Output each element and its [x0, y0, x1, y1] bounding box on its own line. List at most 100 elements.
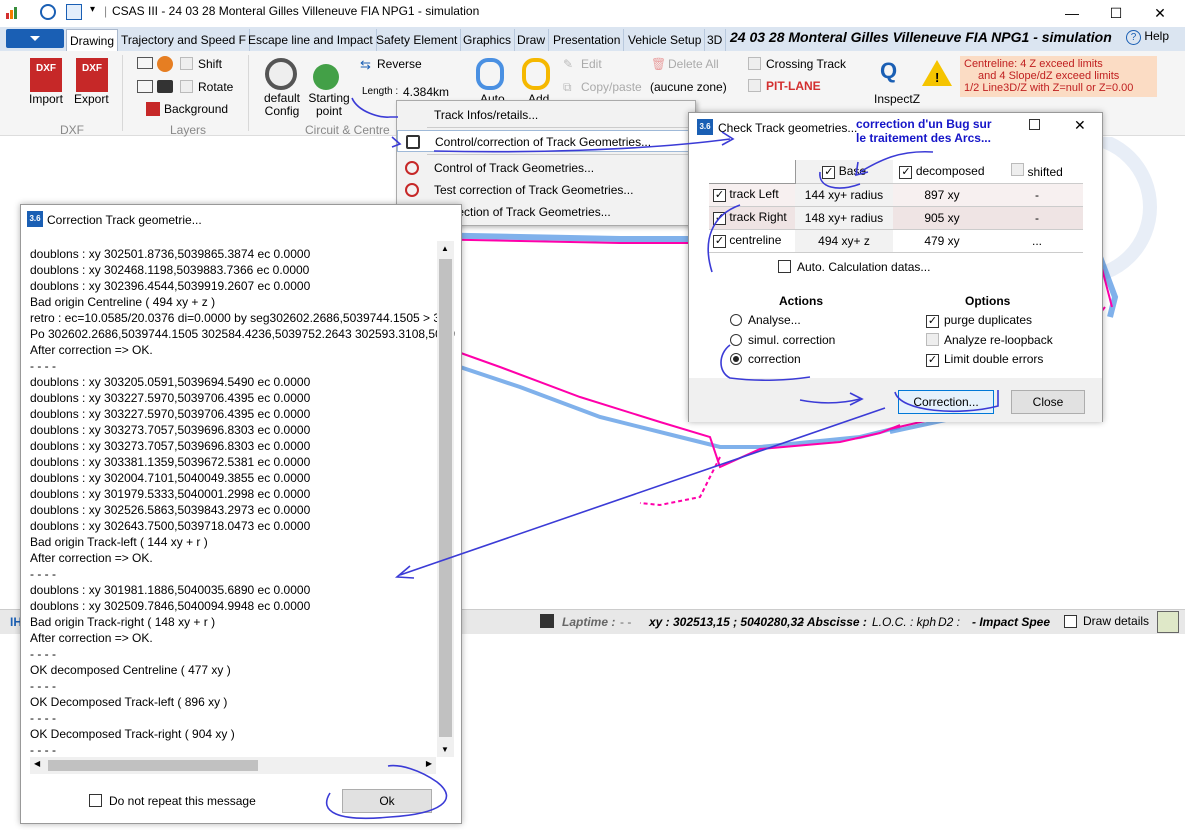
tab-safety-element[interactable]: Safety Element — [373, 29, 462, 51]
row-checkbox[interactable]: ✓ — [713, 189, 726, 202]
close-dialog-icon[interactable]: ✕ — [1074, 117, 1086, 134]
row-checkbox[interactable]: ✓ — [713, 212, 726, 225]
ok-button[interactable]: Ok — [342, 789, 432, 813]
auto-calc-checkbox[interactable] — [778, 260, 791, 273]
log-line: doublons : xy 303227.5970,5039706.4395 e… — [30, 391, 311, 405]
loc-label: L.O.C. : kph — [872, 615, 937, 629]
default-config-button[interactable]: default Config — [262, 92, 302, 118]
table-row[interactable]: ✓ centreline 494 xy+ z 479 xy ... — [709, 229, 1083, 253]
abscisse-label: - Abscisse : — [800, 615, 867, 629]
camera-icon[interactable] — [157, 80, 173, 93]
menu-item-label: Control of Track Geometries... — [434, 161, 595, 175]
window-title: CSAS III - 24 03 28 Monteral Gilles Vill… — [112, 4, 480, 18]
action-radio[interactable] — [730, 334, 742, 346]
table-row[interactable]: ✓ track Left 144 xy+ radius 897 xy - — [709, 183, 1083, 207]
default-config-icon — [265, 58, 297, 90]
group-layers-label: Layers — [170, 123, 207, 137]
log-line: doublons : xy 303227.5970,5039706.4395 e… — [30, 407, 311, 421]
dxf-export-icon: DXF — [76, 58, 108, 92]
actions-title: Actions — [779, 294, 824, 308]
magnifier-icon — [406, 135, 420, 149]
do-not-repeat-checkbox[interactable] — [89, 794, 102, 807]
auto-calc-label: Auto. Calculation datas... — [797, 260, 931, 274]
tab-vehicle-setup[interactable]: Vehicle Setup — [625, 29, 706, 51]
length-label: Length : — [362, 86, 399, 97]
delete-all-button[interactable]: Delete All — [668, 57, 719, 71]
table-row[interactable]: ✓ track Right 148 xy+ radius 905 xy - — [709, 206, 1083, 230]
import-button[interactable]: Import — [29, 92, 63, 106]
dialog-title: Correction Track geometrie... — [47, 213, 202, 227]
option-checkbox[interactable] — [926, 333, 939, 346]
action-radio[interactable] — [730, 314, 742, 326]
palette-icon[interactable] — [157, 56, 173, 72]
cell-base: 148 xy+ radius — [795, 206, 893, 230]
warning-line: Centreline: 4 Z exceed limits — [964, 58, 1103, 70]
file-menu-button[interactable] — [6, 29, 64, 48]
menu-item-track-infos[interactable]: Track Infos/retails... — [397, 104, 695, 126]
log-line: doublons : xy 302509.7846,5040094.9948 e… — [30, 599, 311, 613]
impact-label: - Impact Spee — [972, 615, 1051, 629]
tab-drawing[interactable]: Drawing — [66, 29, 119, 51]
log-line: doublons : xy 302643.7500,5039718.0473 e… — [30, 519, 311, 533]
crossing-track-checkbox[interactable] — [748, 57, 761, 70]
rotate-checkbox[interactable] — [180, 80, 193, 93]
inspectz-button[interactable]: InspectZ — [874, 92, 920, 106]
log-line: doublons : xy 303205.0591,5039694.5490 e… — [30, 375, 311, 389]
log-line: OK decomposed Centreline ( 477 xy ) — [30, 663, 231, 677]
copy-paste-button[interactable]: Copy/paste — [581, 80, 642, 94]
do-not-repeat-label: Do not repeat this message — [109, 794, 256, 808]
map-icon[interactable] — [66, 4, 82, 20]
log-line: retro : ec=10.0585/20.0376 di=0.0000 by … — [30, 311, 447, 325]
correction-button[interactable]: Correction... — [898, 390, 994, 414]
horizontal-scrollbar[interactable]: ◀ ▶ — [30, 757, 436, 774]
action-radio-selected[interactable] — [730, 353, 742, 365]
pit-lane-checkbox[interactable] — [748, 79, 761, 92]
tab-draw[interactable]: Draw — [514, 29, 550, 51]
vertical-scrollbar[interactable]: ▲ ▼ — [437, 241, 454, 757]
settings-icon[interactable] — [40, 4, 56, 20]
draw-details-checkbox[interactable] — [1064, 615, 1077, 628]
option-label: Analyze re-loopback — [944, 333, 1053, 347]
tab-presentation[interactable]: Presentation — [550, 29, 625, 51]
row-checkbox[interactable]: ✓ — [713, 235, 726, 248]
reverse-icon: ⇆ — [360, 57, 371, 72]
menu-item-control[interactable]: Control of Track Geometries... — [397, 157, 695, 179]
shift-checkbox[interactable] — [180, 57, 193, 70]
option-checkbox[interactable]: ✓ — [926, 354, 939, 367]
close-window-button[interactable]: ✕ — [1138, 0, 1182, 26]
option-checkbox[interactable]: ✓ — [926, 315, 939, 328]
warning-panel: Centreline: 4 Z exceed limits and 4 Slop… — [960, 56, 1157, 97]
log-line: doublons : xy 303381.1359,5039672.5381 e… — [30, 455, 311, 469]
export-button[interactable]: Export — [74, 92, 109, 106]
menu-item-control-correction[interactable]: Control/correction of Track Geometries..… — [397, 130, 695, 152]
document-title: 24 03 28 Monteral Gilles Villeneuve FIA … — [730, 29, 1112, 45]
log-line: Bad origin Centreline ( 494 xy + z ) — [30, 295, 216, 309]
shifted-checkbox[interactable] — [1011, 163, 1025, 177]
maximize-dialog-button[interactable] — [1029, 119, 1040, 130]
tab-escape-line[interactable]: Escape line and Impact — [245, 29, 377, 51]
log-text-area[interactable]: doublons : xy 302501.8736,5039865.3874 e… — [21, 241, 455, 761]
edit-button[interactable]: Edit — [581, 57, 602, 71]
group-dxf-label: DXF — [60, 123, 84, 137]
base-checkbox[interactable]: ✓ — [822, 165, 836, 179]
action-label: Analyse... — [748, 313, 801, 327]
warning-line: and 4 Slope/dZ exceed limits — [978, 70, 1120, 82]
table-icon[interactable] — [137, 80, 153, 93]
maximize-button[interactable]: ☐ — [1094, 0, 1138, 26]
decomposed-checkbox[interactable]: ✓ — [899, 165, 913, 179]
log-line: OK Decomposed Track-left ( 896 xy ) — [30, 695, 228, 709]
help-button[interactable]: ? Help — [1126, 29, 1169, 45]
background-button[interactable]: Background — [164, 102, 228, 116]
tab-3d[interactable]: 3D — [704, 29, 727, 51]
quick-access-dropdown-icon[interactable]: ▾ — [90, 4, 95, 15]
dialog-title: Check Track geometries... — [718, 121, 858, 135]
log-line: doublons : xy 302004.7101,5040049.3855 e… — [30, 471, 311, 485]
tab-graphics[interactable]: Graphics — [460, 29, 516, 51]
close-button[interactable]: Close — [1011, 390, 1085, 414]
menu-item-test-correction[interactable]: Test correction of Track Geometries... — [397, 179, 695, 201]
minimize-button[interactable]: — — [1050, 0, 1094, 26]
map-view-icon[interactable] — [1157, 611, 1179, 633]
tab-trajectory[interactable]: Trajectory and Speed F — [118, 29, 250, 51]
starting-point-button[interactable]: Starting point — [305, 92, 353, 118]
reverse-button[interactable]: Reverse — [377, 57, 422, 71]
